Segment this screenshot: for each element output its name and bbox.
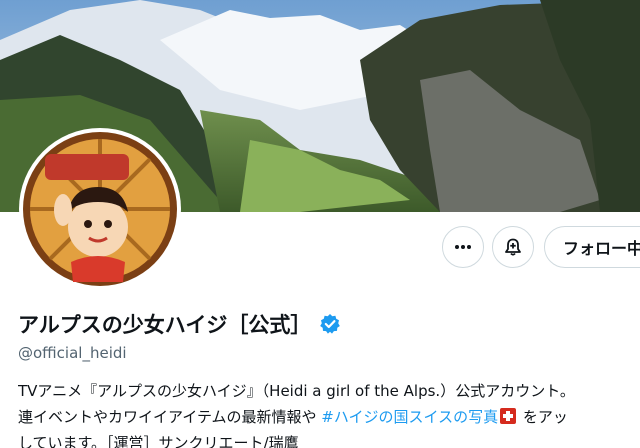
hashtag-link[interactable]: #ハイジの国スイスの写真 <box>321 408 498 426</box>
profile-avatar[interactable] <box>19 128 181 290</box>
swiss-flag-icon <box>500 408 517 424</box>
more-horizontal-icon <box>455 245 471 249</box>
profile-bio: TVアニメ『アルプスの少女ハイジ』（Heidi a girl of the Al… <box>18 378 640 448</box>
following-button-label: フォロー中 <box>563 239 640 258</box>
display-name-text: アルプスの少女ハイジ［公式］ <box>18 313 312 337</box>
notifications-button[interactable] <box>492 226 534 268</box>
avatar-logo-badge <box>45 154 129 180</box>
more-options-button[interactable] <box>442 226 484 268</box>
verified-badge-icon[interactable] <box>319 313 341 335</box>
bio-line-1: TVアニメ『アルプスの少女ハイジ』（Heidi a girl of the Al… <box>18 382 575 400</box>
profile-display-name: アルプスの少女ハイジ［公式］ <box>18 309 341 339</box>
bio-line-2: 連イベントやカワイイアイテムの最新情報や #ハイジの国スイスの写真 をアッ <box>18 404 640 430</box>
profile-handle: @official_heidi <box>18 344 127 362</box>
bio-text: をアッ <box>518 408 568 426</box>
bio-line-3: しています。［運営］サンクリエート/瑞鷹 <box>18 434 299 448</box>
heidi-avatar-image <box>23 132 177 286</box>
following-button[interactable]: フォロー中 <box>544 226 640 268</box>
bell-plus-icon <box>505 238 521 256</box>
bio-text: 連イベントやカワイイアイテムの最新情報や <box>18 408 322 426</box>
